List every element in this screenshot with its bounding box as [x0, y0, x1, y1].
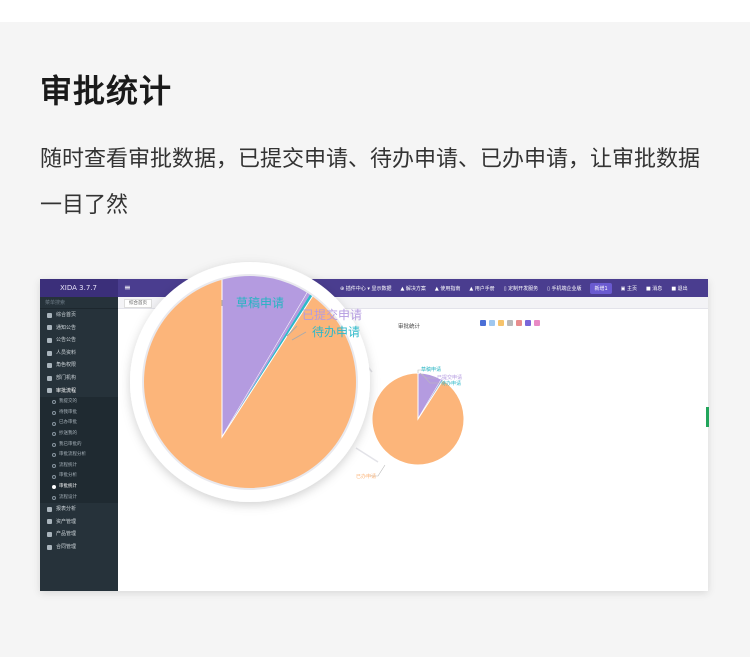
small-label-draft: 草稿申请 [421, 367, 442, 373]
big-label-pending: 待办申请 [312, 325, 361, 339]
big-label-submitted: 已提交申请 [302, 308, 363, 322]
small-label-pending: 待办申请 [441, 381, 462, 387]
big-label-draft: 草稿申请 [236, 296, 285, 310]
pie-charts [130, 262, 465, 502]
small-label-done: 已办申请 [356, 474, 377, 480]
